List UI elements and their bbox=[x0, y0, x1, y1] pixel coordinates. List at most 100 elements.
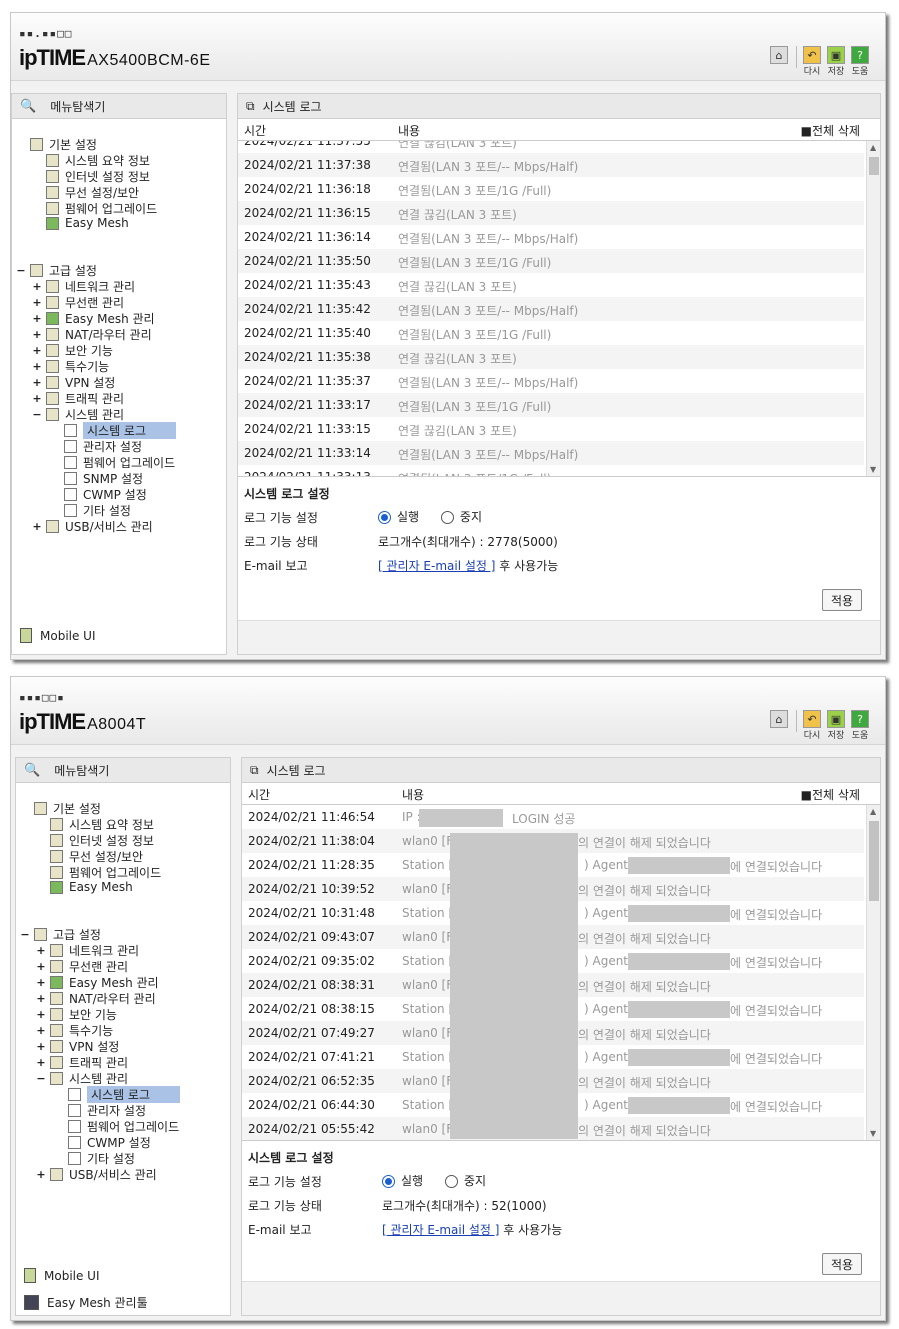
log-time: 2024/02/21 11:36:15 bbox=[244, 206, 371, 220]
tree-advanced-settings[interactable]: − 고급 설정 bbox=[16, 262, 97, 279]
stop-radio[interactable]: 중지 bbox=[444, 1174, 486, 1188]
tree-item[interactable]: 펌웨어 업그레이드 bbox=[68, 1118, 179, 1135]
wifi-icon bbox=[50, 960, 63, 973]
tree-item[interactable]: 무선 설정/보안 bbox=[46, 184, 139, 201]
home-button[interactable]: ⌂ bbox=[770, 710, 788, 728]
tree-item[interactable]: + 보안 기능 bbox=[32, 342, 113, 359]
tree-basic-settings[interactable]: 기본 설정 bbox=[30, 136, 97, 153]
tree-item[interactable]: SNMP 설정 bbox=[64, 470, 143, 487]
tree-item[interactable]: + 트래픽 관리 bbox=[36, 1054, 128, 1071]
save-button[interactable]: ▣ 저장 bbox=[827, 46, 845, 77]
tree-item[interactable]: − 시스템 관리 bbox=[36, 1070, 128, 1087]
log-message: 연결 끊김(LAN 3 포트) bbox=[398, 352, 517, 366]
log-row: 2024/02/21 11:37:38 연결됨(LAN 3 포트/-- Mbps/… bbox=[238, 153, 864, 177]
log-message: 연결됨(LAN 3 포트/1G /Full) bbox=[398, 470, 551, 476]
apply-button[interactable]: 적용 bbox=[822, 589, 862, 611]
traffic-icon bbox=[50, 1056, 63, 1069]
help-icon: ? bbox=[851, 46, 869, 64]
redaction-block bbox=[450, 833, 578, 1139]
save-icon: ▣ bbox=[827, 46, 845, 64]
log-message: wlan0 [F 의 연결이 해제 되었습니다 bbox=[402, 930, 711, 946]
tree-item[interactable]: 인터넷 설정 정보 bbox=[46, 168, 150, 185]
tree-item-system-log[interactable]: 시스템 로그 bbox=[64, 422, 177, 439]
mobile-ui-link[interactable]: Mobile UI bbox=[20, 628, 96, 643]
log-time: 2024/02/21 07:49:27 bbox=[248, 1026, 375, 1040]
tree-item[interactable]: CWMP 설정 bbox=[68, 1134, 151, 1151]
tree-item[interactable]: + USB/서비스 관리 bbox=[36, 1166, 157, 1183]
log-time: 2024/02/21 05:55:42 bbox=[248, 1122, 375, 1136]
refresh-button[interactable]: ↶ 다시 bbox=[803, 710, 821, 741]
tree-advanced-settings[interactable]: − 고급 설정 bbox=[20, 926, 101, 943]
tree-basic-settings[interactable]: 기본 설정 bbox=[34, 800, 101, 817]
tree-item[interactable]: + 무선랜 관리 bbox=[32, 294, 124, 311]
admin-email-link[interactable]: [ 관리자 E-mail 설정 ] bbox=[378, 559, 495, 573]
tree-item[interactable]: + 네트워크 관리 bbox=[32, 278, 135, 295]
tree-item[interactable]: + 보안 기능 bbox=[36, 1006, 117, 1023]
tree-item[interactable]: + 특수기능 bbox=[32, 358, 109, 375]
log-icon: ⧉ bbox=[250, 762, 259, 777]
log-time: 2024/02/21 06:44:30 bbox=[248, 1098, 375, 1112]
header: ▪▪.▪▪□□ ipTIME AX5400BCM-6E ⌂ ↶ 다시 ▣ 저장 ? 도움 bbox=[11, 13, 885, 81]
stop-radio[interactable]: 중지 bbox=[440, 510, 482, 524]
vpn-icon bbox=[50, 1040, 63, 1053]
tree-item[interactable]: + Easy Mesh 관리 bbox=[32, 310, 155, 327]
log-message: IP : LOGIN 성공 bbox=[402, 810, 576, 826]
tree-item[interactable]: + 트래픽 관리 bbox=[32, 390, 124, 407]
folder-icon bbox=[30, 264, 43, 277]
tree-item[interactable]: + NAT/라우터 관리 bbox=[36, 990, 156, 1007]
tree-item[interactable]: 시스템 요약 정보 bbox=[50, 816, 154, 833]
tree-item[interactable]: 펌웨어 업그레이드 bbox=[50, 864, 161, 881]
tree-item[interactable]: 펌웨어 업그레이드 bbox=[64, 454, 175, 471]
help-button[interactable]: ? 도움 bbox=[851, 46, 869, 77]
menu-explorer-header: 🔍 메뉴탐색기 bbox=[12, 94, 226, 119]
tree-item[interactable]: 관리자 설정 bbox=[64, 438, 142, 455]
refresh-icon: ↶ bbox=[803, 710, 821, 728]
admin-email-link[interactable]: [ 관리자 E-mail 설정 ] bbox=[382, 1223, 499, 1237]
tree-item[interactable]: + Easy Mesh 관리 bbox=[36, 974, 159, 991]
delete-all-button[interactable]: ■전체 삭제 bbox=[801, 122, 860, 139]
log-settings: 시스템 로그 설정 로그 기능 설정 실행 중지 로그 기능 상태 로그개수(최… bbox=[238, 477, 880, 627]
delete-all-button[interactable]: ■전체 삭제 bbox=[801, 786, 860, 803]
tree-item[interactable]: CWMP 설정 bbox=[64, 486, 147, 503]
tree-item[interactable]: + USB/서비스 관리 bbox=[32, 518, 153, 535]
tree-item[interactable]: Easy Mesh bbox=[50, 880, 133, 894]
log-list[interactable]: 2024/02/21 05:55:42 wlan0 [F 의 연결이 해제 되었습니… bbox=[242, 805, 880, 1141]
tree-item[interactable]: 시스템 요약 정보 bbox=[46, 152, 150, 169]
tree-item[interactable]: 펌웨어 업그레이드 bbox=[46, 200, 157, 217]
log-list[interactable]: 2024/02/21 11:33:13 연결됨(LAN 3 포트/1G /Full… bbox=[238, 141, 880, 477]
tree-item-system-log[interactable]: 시스템 로그 bbox=[68, 1086, 181, 1103]
tree-item[interactable]: + VPN 설정 bbox=[32, 374, 115, 391]
home-button[interactable]: ⌂ bbox=[770, 46, 788, 64]
run-radio[interactable]: 실행 bbox=[382, 1174, 423, 1188]
redaction-block bbox=[628, 953, 730, 970]
toolbar: ⌂ ↶ 다시 ▣ 저장 ? 도움 bbox=[764, 46, 869, 77]
tree-item[interactable]: + 특수기능 bbox=[36, 1022, 113, 1039]
apply-button[interactable]: 적용 bbox=[822, 1253, 862, 1275]
log-time: 2024/02/21 11:35:40 bbox=[244, 326, 371, 340]
tree-item[interactable]: Easy Mesh bbox=[46, 216, 129, 230]
tree-item[interactable]: + 네트워크 관리 bbox=[36, 942, 139, 959]
tree-item[interactable]: + VPN 설정 bbox=[36, 1038, 119, 1055]
mobile-ui-link[interactable]: Mobile UI bbox=[24, 1268, 100, 1283]
tree-item[interactable]: + NAT/라우터 관리 bbox=[32, 326, 152, 343]
easy-mesh-tool-link[interactable]: Easy Mesh 관리툴 bbox=[24, 1294, 148, 1311]
tree-item[interactable]: 기타 설정 bbox=[64, 502, 131, 519]
page-icon bbox=[64, 472, 77, 485]
redaction-block bbox=[628, 1001, 730, 1018]
tree-item[interactable]: + 무선랜 관리 bbox=[36, 958, 128, 975]
help-button[interactable]: ? 도움 bbox=[851, 710, 869, 741]
tree-item[interactable]: − 시스템 관리 bbox=[32, 406, 124, 423]
tree-item[interactable]: 기타 설정 bbox=[68, 1150, 135, 1167]
model-name: A8004T bbox=[87, 716, 147, 733]
log-scrollbar[interactable]: ▲ ▼ bbox=[866, 805, 880, 1140]
run-radio[interactable]: 실행 bbox=[378, 510, 419, 524]
save-button[interactable]: ▣ 저장 bbox=[827, 710, 845, 741]
log-message: 연결 끊김(LAN 3 포트) bbox=[398, 141, 517, 150]
tree-item[interactable]: 인터넷 설정 정보 bbox=[50, 832, 154, 849]
tree-item[interactable]: 무선 설정/보안 bbox=[50, 848, 143, 865]
tree-item[interactable]: 관리자 설정 bbox=[68, 1102, 146, 1119]
log-scrollbar[interactable]: ▲ ▼ bbox=[866, 141, 880, 476]
refresh-button[interactable]: ↶ 다시 bbox=[803, 46, 821, 77]
log-row: 2024/02/21 11:35:38 연결 끊김(LAN 3 포트) bbox=[238, 345, 864, 369]
log-message: 연결됨(LAN 3 포트/1G /Full) bbox=[398, 184, 552, 198]
